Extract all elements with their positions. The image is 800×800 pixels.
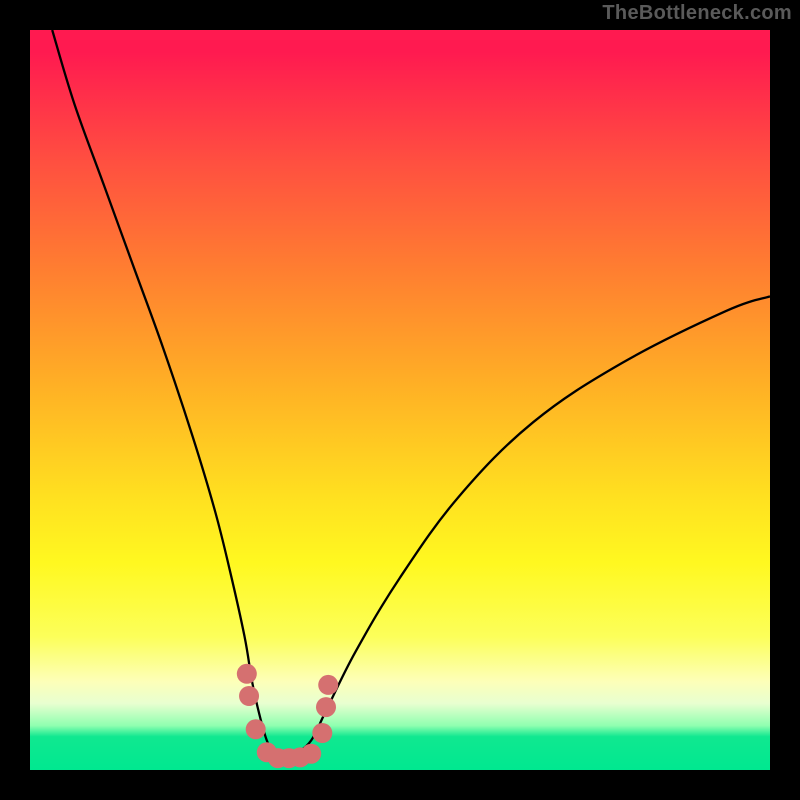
bottleneck-curve: [52, 30, 770, 759]
chart-svg: [30, 30, 770, 770]
curve-markers: [237, 664, 338, 768]
watermark-label: TheBottleneck.com: [602, 2, 792, 25]
curve-marker: [246, 719, 266, 739]
curve-marker: [301, 744, 321, 764]
chart-plot-area: [30, 30, 770, 770]
curve-marker: [316, 697, 336, 717]
curve-marker: [312, 723, 332, 743]
curve-marker: [239, 686, 259, 706]
curve-marker: [237, 664, 257, 684]
curve-marker: [318, 675, 338, 695]
